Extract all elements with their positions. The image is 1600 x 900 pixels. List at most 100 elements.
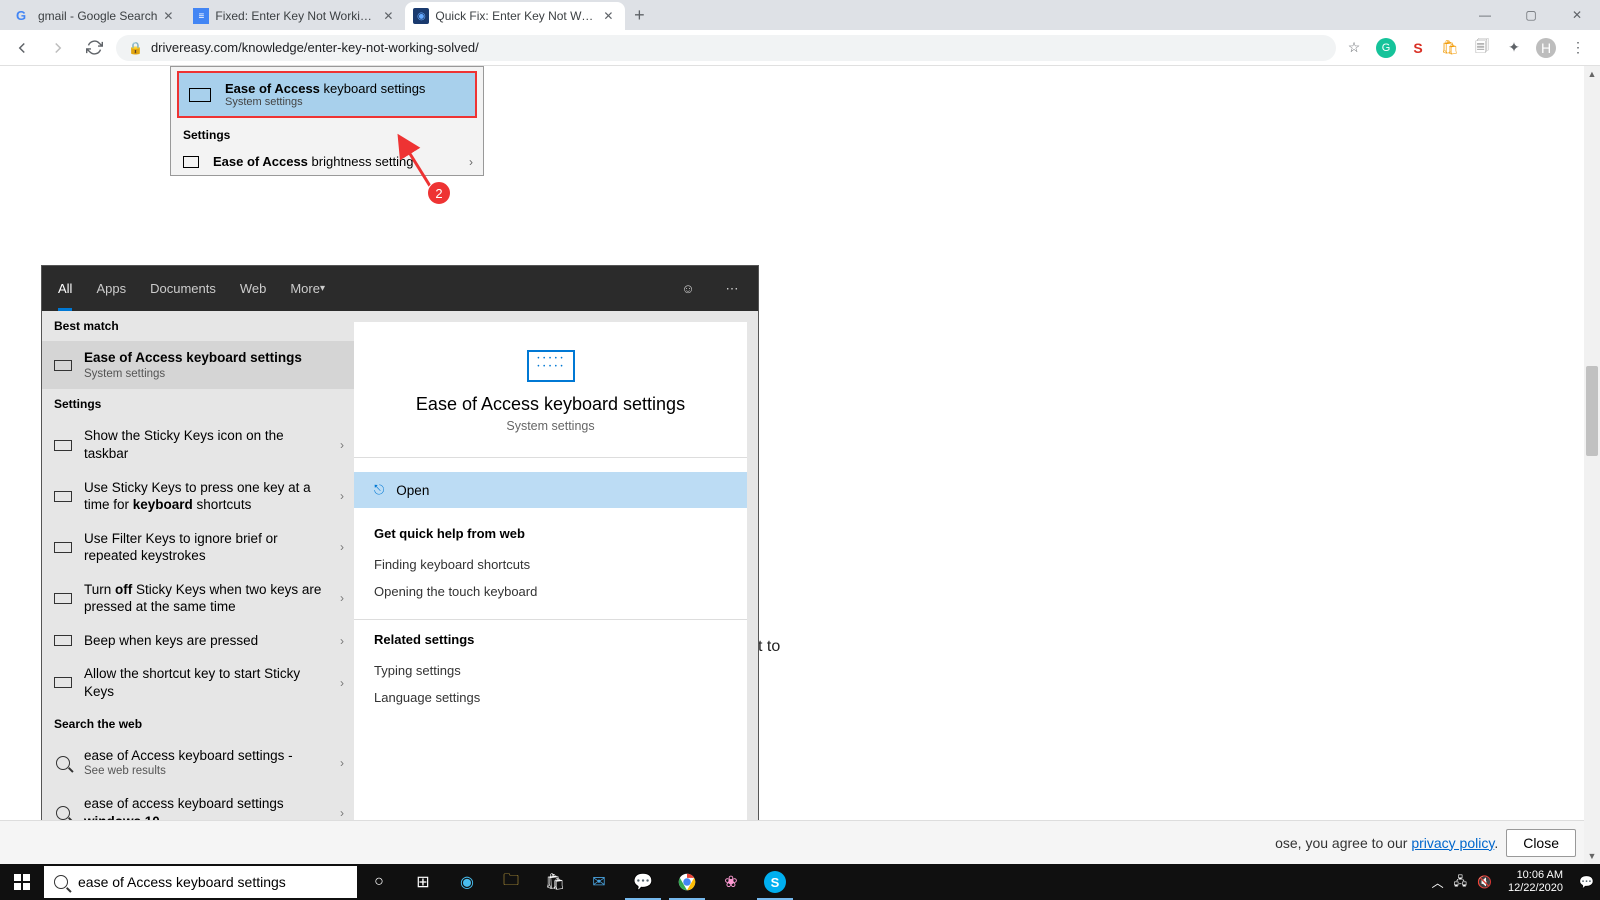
tray-chevron-icon[interactable]: ︿ <box>1432 874 1444 891</box>
search-tab-web[interactable]: Web <box>240 266 267 311</box>
close-icon[interactable]: ✕ <box>383 9 397 23</box>
chrome-menu-icon[interactable]: ⋮ <box>1568 38 1588 58</box>
back-button[interactable] <box>8 34 36 62</box>
new-tab-button[interactable]: + <box>625 1 653 29</box>
search-tab-documents[interactable]: Documents <box>150 266 216 311</box>
forward-button[interactable] <box>44 34 72 62</box>
chevron-right-icon: › <box>469 155 473 169</box>
search-tab-more[interactable]: More <box>290 266 325 311</box>
skype-icon[interactable]: S <box>753 864 797 900</box>
lock-icon: 🔒 <box>128 41 143 55</box>
preview-subtitle: System settings <box>374 419 727 433</box>
close-icon[interactable]: ✕ <box>603 9 617 23</box>
page-content: Ease of Access keyboard settings System … <box>0 66 1600 900</box>
ext-clip-icon[interactable]: 🗐 <box>1472 38 1492 58</box>
scroll-down-icon[interactable]: ▼ <box>1584 848 1600 864</box>
browser-tab-strip: G gmail - Google Search ✕ ≡ Fixed: Enter… <box>0 0 1600 30</box>
settings-item[interactable]: Allow the shortcut key to start Sticky K… <box>42 657 354 708</box>
settings-item[interactable]: Beep when keys are pressed› <box>42 624 354 658</box>
windows-search-panel: All Apps Documents Web More ☺ ⋯ Best mat… <box>42 266 758 848</box>
system-tray: ︿ 🖧 🔇 10:06 AM 12/22/2020 💬 <box>1432 869 1600 894</box>
chevron-right-icon: › <box>340 540 344 554</box>
related-section-header: Related settings <box>374 632 727 647</box>
volume-icon[interactable]: 🔇 <box>1477 875 1492 889</box>
help-link[interactable]: Finding keyboard shortcuts <box>374 551 727 578</box>
scrollbar-thumb[interactable] <box>1586 366 1598 456</box>
chevron-right-icon: › <box>340 756 344 770</box>
settings-item[interactable]: Show the Sticky Keys icon on the taskbar… <box>42 419 354 470</box>
minimize-button[interactable]: — <box>1462 0 1508 30</box>
privacy-policy-link[interactable]: privacy policy <box>1411 835 1494 851</box>
keyboard-icon <box>54 542 72 553</box>
related-link[interactable]: Typing settings <box>374 657 727 684</box>
start-button[interactable] <box>0 864 44 900</box>
ms-store-icon[interactable]: 🛍 <box>533 864 577 900</box>
close-window-button[interactable]: ✕ <box>1554 0 1600 30</box>
search-options-icon[interactable]: ⋯ <box>722 279 742 299</box>
extensions-icon[interactable]: ✦ <box>1504 38 1524 58</box>
chevron-right-icon: › <box>340 634 344 648</box>
star-icon[interactable]: ☆ <box>1344 38 1364 58</box>
search-preview-pane: Ease of Access keyboard settings System … <box>354 311 758 848</box>
settings-header: Settings <box>42 389 354 419</box>
browser-toolbar: 🔒 drivereasy.com/knowledge/enter-key-not… <box>0 30 1600 66</box>
grammarly-icon[interactable]: G <box>1376 38 1396 58</box>
address-bar[interactable]: 🔒 drivereasy.com/knowledge/enter-key-not… <box>116 35 1336 61</box>
reload-button[interactable] <box>80 34 108 62</box>
related-link[interactable]: Language settings <box>374 684 727 711</box>
brightness-row: Ease of Access brightness setting › <box>171 148 483 175</box>
cortana-icon[interactable]: ○ <box>357 864 401 900</box>
taskbar-search-box[interactable] <box>44 866 357 898</box>
help-link[interactable]: Opening the touch keyboard <box>374 578 727 605</box>
best-match-item[interactable]: Ease of Access keyboard settings System … <box>42 341 354 389</box>
feedback-icon[interactable]: ☺ <box>678 279 698 299</box>
app-icon[interactable]: ❀ <box>709 864 753 900</box>
settings-item[interactable]: Use Filter Keys to ignore brief or repea… <box>42 522 354 573</box>
profile-avatar[interactable]: H <box>1536 38 1556 58</box>
file-explorer-icon[interactable]: 🗀 <box>489 864 533 900</box>
chat-app-icon[interactable]: 💬 <box>621 864 665 900</box>
browser-tab-1[interactable]: ≡ Fixed: Enter Key Not Working On … ✕ <box>185 2 405 30</box>
cookie-close-button[interactable]: Close <box>1506 829 1576 857</box>
open-button[interactable]: ⎋ Open <box>354 472 747 508</box>
docs-favicon: ≡ <box>193 8 209 24</box>
keyboard-icon <box>54 440 72 451</box>
settings-item[interactable]: Use Sticky Keys to press one key at a ti… <box>42 471 354 522</box>
tab-title: Quick Fix: Enter Key Not Working… <box>435 9 597 23</box>
taskbar-clock[interactable]: 10:06 AM 12/22/2020 <box>1502 869 1569 894</box>
scroll-up-icon[interactable]: ▲ <box>1584 66 1600 82</box>
close-icon[interactable]: ✕ <box>163 9 177 23</box>
web-result-item[interactable]: ease of Access keyboard settings -See we… <box>42 739 354 787</box>
taskbar-search-input[interactable] <box>78 874 347 890</box>
ext-s-icon[interactable]: S <box>1408 38 1428 58</box>
annotation-badge-2: 2 <box>427 181 451 205</box>
mail-icon[interactable]: ✉ <box>577 864 621 900</box>
preview-title: Ease of Access keyboard settings <box>374 394 727 415</box>
chrome-icon[interactable] <box>665 864 709 900</box>
browser-tab-0[interactable]: G gmail - Google Search ✕ <box>8 2 185 30</box>
settings-item[interactable]: Turn off Sticky Keys when two keys are p… <box>42 573 354 624</box>
chevron-right-icon: › <box>340 591 344 605</box>
search-tab-bar: All Apps Documents Web More ☺ ⋯ <box>42 266 758 311</box>
search-tab-apps[interactable]: Apps <box>96 266 126 311</box>
search-icon <box>54 756 72 770</box>
maximize-button[interactable]: ▢ <box>1508 0 1554 30</box>
task-view-icon[interactable]: ⊞ <box>401 864 445 900</box>
page-scrollbar[interactable]: ▲ ▼ <box>1584 66 1600 864</box>
ext-bag-icon[interactable]: 🛍 <box>1440 38 1460 58</box>
help-section-header: Get quick help from web <box>374 526 727 541</box>
browser-tab-2[interactable]: ◉ Quick Fix: Enter Key Not Working… ✕ <box>405 2 625 30</box>
edge-icon[interactable]: ◉ <box>445 864 489 900</box>
notifications-icon[interactable]: 💬 <box>1579 875 1594 889</box>
windows-logo-icon <box>14 874 30 890</box>
site-favicon: ◉ <box>413 8 429 24</box>
url-text: drivereasy.com/knowledge/enter-key-not-w… <box>151 40 479 55</box>
settings-subheader: Settings <box>171 122 483 148</box>
open-icon: ⎋ <box>374 482 384 498</box>
chevron-right-icon: › <box>340 489 344 503</box>
search-tab-all[interactable]: All <box>58 266 72 311</box>
search-icon <box>54 806 72 820</box>
network-icon[interactable]: 🖧 <box>1454 872 1467 893</box>
monitor-icon <box>183 156 199 168</box>
search-icon <box>54 875 68 889</box>
